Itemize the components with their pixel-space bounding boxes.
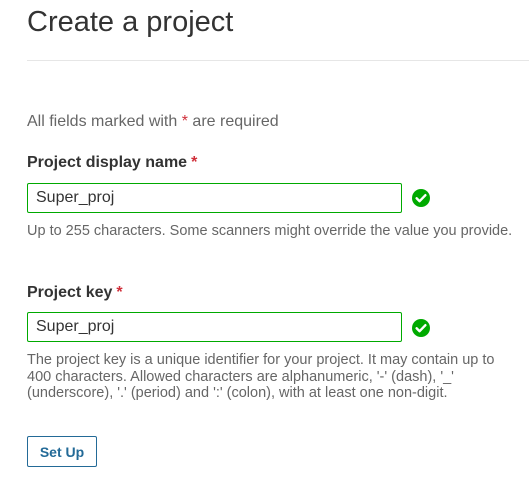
required-marker: *	[181, 113, 188, 130]
project-key-input[interactable]	[27, 312, 402, 342]
project-key-required-marker: *	[116, 284, 123, 301]
set-up-button[interactable]: Set Up	[27, 436, 97, 467]
check-circle-icon	[412, 319, 430, 337]
required-fields-note: All fields marked with * are required	[27, 113, 279, 131]
display-name-required-marker: *	[191, 154, 198, 171]
required-note-prefix: All fields marked with	[27, 113, 178, 130]
required-note-suffix: are required	[192, 113, 279, 130]
page-title: Create a project	[27, 6, 234, 38]
display-name-label-text: Project display name	[27, 154, 188, 171]
title-divider	[27, 60, 529, 61]
project-key-label-text: Project key	[27, 284, 113, 301]
display-name-label: Project display name *	[27, 154, 197, 172]
check-circle-icon	[412, 189, 430, 207]
create-project-form: Create a project All fields marked with …	[0, 0, 529, 485]
display-name-help: Up to 255 characters. Some scanners migh…	[27, 223, 513, 239]
display-name-input[interactable]	[27, 183, 402, 213]
project-key-label: Project key *	[27, 284, 123, 302]
project-key-help: The project key is a unique identifier f…	[27, 352, 495, 401]
